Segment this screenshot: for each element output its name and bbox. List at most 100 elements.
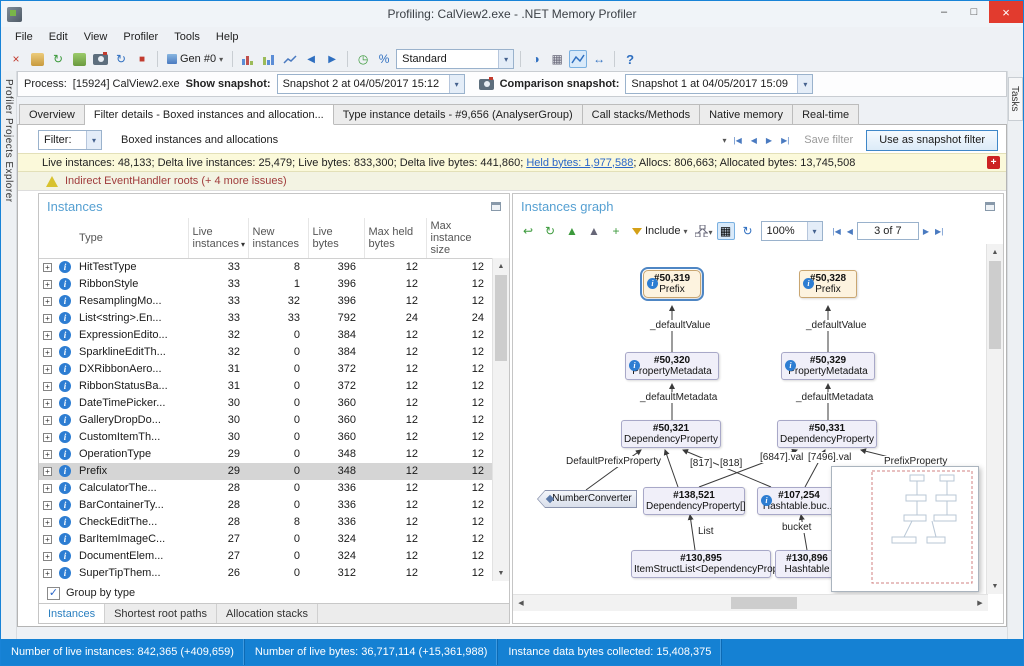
maximize-button[interactable]: □ [959,1,989,23]
table-row[interactable]: + i SparklineEditTh... 32 0 384 12 12 [39,344,492,361]
menu-edit[interactable]: Edit [41,29,76,45]
menu-profiler[interactable]: Profiler [115,29,166,45]
stop-icon[interactable]: ■ [133,50,151,68]
table-row[interactable]: + i ExpressionEdito... 32 0 384 12 12 [39,327,492,344]
graph-back-icon[interactable]: ↩ [519,222,537,240]
column-chart-icon[interactable] [260,50,278,68]
heap-utilization-icon[interactable] [28,50,46,68]
graph-node[interactable]: i #50,319 Prefix [643,270,701,298]
graph-node[interactable]: #50,321 DependencyProperty [621,420,721,448]
comparison-snapshot-select[interactable]: Snapshot 1 at 04/05/2017 15:09 [625,74,813,94]
close-button[interactable]: × [989,1,1023,23]
table-row[interactable]: + i CustomItemTh... 30 0 360 12 12 [39,429,492,446]
table-row[interactable]: + i HitTestType 33 8 396 12 12 [39,259,492,276]
abort-profiling-icon[interactable]: × [7,50,25,68]
expand-icon[interactable]: + [43,535,52,544]
info-icon[interactable]: i [59,312,71,324]
tasks-strip[interactable]: Tasks [1007,71,1023,639]
table-row[interactable]: + i BarContainerTy... 28 0 336 12 12 [39,497,492,514]
graph-node[interactable]: i #107,254 Hashtable.buc... [757,487,841,515]
scroll-right-icon[interactable]: ▶ [972,595,988,611]
expand-icon[interactable]: + [43,569,52,578]
sampling-icon[interactable]: % [375,50,393,68]
stopwatch-icon[interactable]: ◷ [354,50,372,68]
held-bytes-link[interactable]: Held bytes: 1,977,588 [526,157,633,169]
filter-select[interactable]: Filter: [38,130,102,150]
show-snapshot-select[interactable]: Snapshot 2 at 04/05/2017 15:12 [277,74,465,94]
graph-node[interactable]: #130,895 ItemStructList<DependencyProper… [631,550,771,578]
line-chart-icon[interactable] [281,50,299,68]
expand-references-icon[interactable]: ▲ [585,222,603,240]
scroll-thumb[interactable] [495,275,507,361]
graph-node-tag[interactable]: NumberConverter [537,490,637,508]
table-row[interactable]: + i SuperTipThem... 26 0 312 12 12 [39,565,492,582]
table-row[interactable]: + i DateTimePicker... 30 0 360 12 12 [39,395,492,412]
graph-view-icon[interactable] [569,50,587,68]
info-icon[interactable]: i [59,516,71,528]
expand-icon[interactable]: + [43,501,52,510]
filter-dropdown-icon[interactable] [723,136,727,145]
types-view-icon[interactable]: ▦ [548,50,566,68]
graph-hscrollbar[interactable]: ◀ ▶ [513,594,988,611]
info-icon[interactable]: i [59,346,71,358]
instances-scrollbar[interactable]: ▲ ▼ [492,258,509,581]
collect-gc-icon[interactable]: ↻ [49,50,67,68]
filter-last-icon[interactable]: ▶| [779,136,791,145]
graph-node[interactable]: #138,521 DependencyProperty[] [643,487,745,515]
group-by-type-checkbox[interactable]: ✓ [47,587,60,600]
induce-gc-icon[interactable]: ↻ [112,50,130,68]
scroll-thumb[interactable] [731,597,797,609]
info-icon[interactable]: i [59,567,71,579]
table-row[interactable]: + i CalculatorThe... 28 0 336 12 12 [39,480,492,497]
info-icon[interactable]: i [59,278,71,290]
realtime-view-icon[interactable]: ◑ [527,50,545,68]
graph-mode-icon[interactable]: ▦ [717,222,735,240]
expand-icon[interactable]: + [43,552,52,561]
prev-snapshot-icon[interactable]: ◀ [302,50,320,68]
auto-refresh-icon[interactable]: ↻ [739,222,757,240]
panel-minimize-icon[interactable] [491,202,501,211]
table-row[interactable]: + i List<string>.En... 33 33 792 24 24 [39,310,492,327]
table-row[interactable]: + i ResamplingMo... 33 32 396 12 12 [39,293,492,310]
warning-text[interactable]: Indirect EventHandler roots (+ 4 more is… [65,175,287,187]
menu-help[interactable]: Help [208,29,247,45]
next-root-button[interactable]: ▶ [921,227,931,236]
info-icon[interactable]: i [59,499,71,511]
bottom-tab-1[interactable]: Shortest root paths [105,604,217,623]
table-row[interactable]: + i DXRibbonAero... 31 0 372 12 12 [39,361,492,378]
panel-minimize-icon[interactable] [985,202,995,211]
info-icon[interactable]: i [59,261,71,273]
graph-node[interactable]: i #50,328 Prefix [799,270,857,298]
menu-tools[interactable]: Tools [166,29,208,45]
save-filter-button[interactable]: Save filter [804,134,853,146]
expand-icon[interactable]: + [43,467,52,476]
stats-add-icon[interactable]: + [987,156,1000,169]
filter-next-icon[interactable]: ▶ [764,136,774,145]
next-snapshot-icon[interactable]: ▶ [323,50,341,68]
graph-node[interactable]: #50,331 DependencyProperty [777,420,877,448]
include-filter-select[interactable]: Include [629,224,691,238]
expand-icon[interactable]: + [43,297,52,306]
scroll-left-icon[interactable]: ◀ [513,595,529,611]
info-icon[interactable]: i [59,431,71,443]
tab-5[interactable]: Real-time [793,104,859,125]
expand-icon[interactable]: + [43,348,52,357]
graph-node[interactable]: i #50,329 PropertyMetadata [781,352,875,380]
scroll-down-icon[interactable]: ▼ [493,565,509,581]
expand-icon[interactable]: + [43,314,52,323]
table-row[interactable]: + i OperationType 29 0 348 12 12 [39,446,492,463]
graph-vscrollbar[interactable]: ▲ ▼ [986,244,1003,594]
minimize-button[interactable]: – [929,1,959,23]
tab-0[interactable]: Overview [19,104,85,125]
graph-node[interactable]: i #50,320 PropertyMetadata [625,352,719,380]
bottom-tab-0[interactable]: Instances [39,604,105,623]
table-row[interactable]: + i RibbonStatusBa... 31 0 372 12 12 [39,378,492,395]
graph-refresh-icon[interactable]: ↻ [541,222,559,240]
expand-icon[interactable]: + [43,263,52,272]
expand-icon[interactable]: + [43,416,52,425]
info-icon[interactable]: i [59,414,71,426]
column-header[interactable]: Live bytes [308,218,364,259]
filter-prev-icon[interactable]: ◀ [749,136,759,145]
warning-bar[interactable]: Indirect EventHandler roots (+ 4 more is… [18,172,1006,191]
column-header[interactable]: Type [75,218,188,259]
